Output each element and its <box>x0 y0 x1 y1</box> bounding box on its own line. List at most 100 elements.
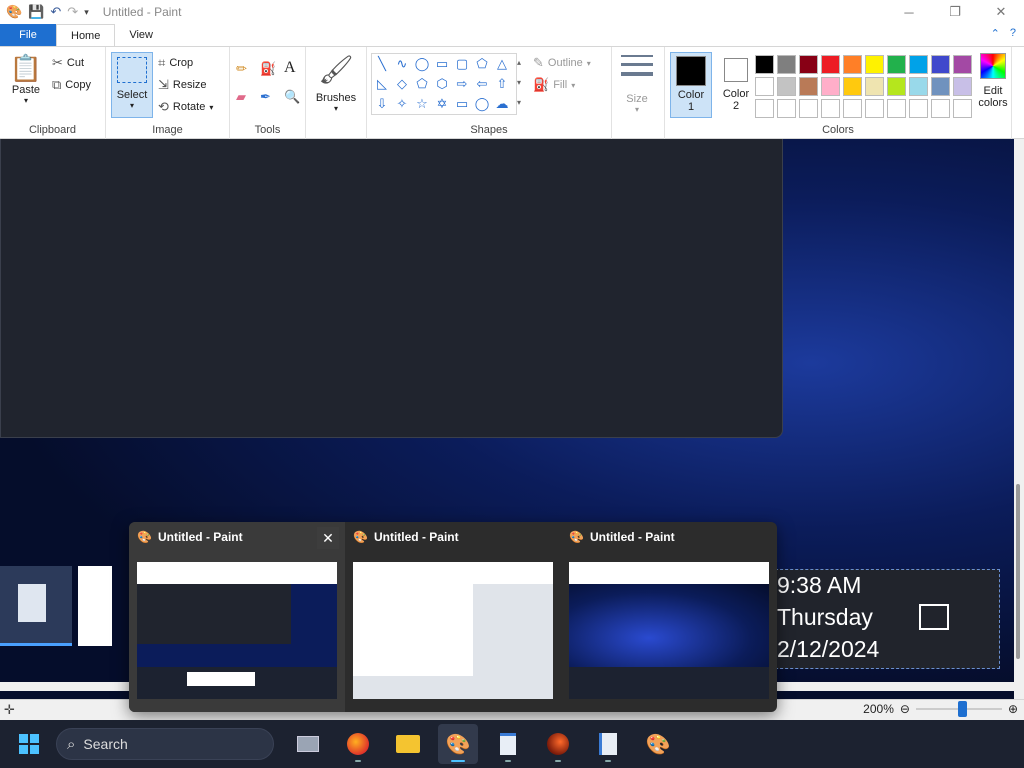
down-arrow-shape-icon[interactable]: ⇩ <box>372 94 392 114</box>
color-swatch[interactable] <box>953 77 972 96</box>
file-explorer-taskbar-button[interactable] <box>388 724 428 764</box>
rectangle-shape-icon[interactable]: ▭ <box>432 54 452 74</box>
resize-button[interactable]: ⇲ Resize <box>158 77 207 93</box>
callout-oval-shape-icon[interactable]: ◯ <box>472 94 492 114</box>
color-swatch[interactable] <box>799 99 818 118</box>
size-button[interactable]: Size ▾ <box>616 53 658 114</box>
fill-button[interactable]: ⛽ Fill ▾ <box>533 77 575 93</box>
shapes-gallery[interactable]: ╲ ∿ ◯ ▭ ▢ ⬠ △ ◺ ◇ ⬠ ⬡ ⇨ ⇦ ⇧ ⇩ ✧ ☆ ✡ ▭ ◯ ☁ <box>371 53 517 115</box>
color-picker-icon[interactable]: ✒ <box>260 89 271 105</box>
collapse-ribbon-icon[interactable]: ⌃ <box>991 27 1000 40</box>
save-icon[interactable]: 💾 <box>28 4 44 20</box>
color-swatch[interactable] <box>777 77 796 96</box>
tab-view[interactable]: View <box>115 24 167 46</box>
color-swatch[interactable] <box>799 55 818 74</box>
color-swatch[interactable] <box>909 77 928 96</box>
brushes-button[interactable]: 🖌 Brushes ▾ <box>310 53 362 113</box>
color-swatch[interactable] <box>755 55 774 74</box>
close-preview-button[interactable]: ✕ <box>317 527 339 549</box>
paste-button[interactable]: 📋 Paste ▾ <box>6 53 46 105</box>
line-shape-icon[interactable]: ╲ <box>372 54 392 74</box>
color-swatch[interactable] <box>755 77 774 96</box>
taskbar-search-box[interactable]: ⌕ Search <box>56 728 274 760</box>
color-swatch[interactable] <box>865 77 884 96</box>
selection-date-block[interactable]: 9:38 AM Thursday 2/12/2024 <box>770 569 1000 669</box>
color-swatch[interactable] <box>931 55 950 74</box>
cut-button[interactable]: ✂ Cut <box>52 55 84 71</box>
app-taskbar-button[interactable] <box>538 724 578 764</box>
copy-button[interactable]: ⧉ Copy <box>52 77 91 93</box>
zoom-slider-knob[interactable] <box>957 701 967 717</box>
hexagon-shape-icon[interactable]: ⬡ <box>432 74 452 94</box>
right-triangle-shape-icon[interactable]: ◺ <box>372 74 392 94</box>
redo-icon[interactable]: ↷ <box>67 4 78 20</box>
shapes-scroll[interactable]: ▴ ▾ ▾ <box>517 53 527 113</box>
zoom-in-icon[interactable]: ⊕ <box>1008 702 1018 716</box>
color-swatch[interactable] <box>909 55 928 74</box>
edit-colors-button[interactable]: Edit colors <box>973 53 1013 109</box>
text-tool-icon[interactable]: A <box>284 59 296 77</box>
rotate-button[interactable]: ⟲ Rotate ▾ <box>158 99 213 115</box>
right-arrow-shape-icon[interactable]: ⇨ <box>452 74 472 94</box>
callout-cloud-shape-icon[interactable]: ☁ <box>492 94 512 114</box>
vertical-scroll-thumb[interactable] <box>1016 484 1020 659</box>
tab-file[interactable]: File <box>0 24 56 46</box>
color-swatch[interactable] <box>865 99 884 118</box>
reader-taskbar-button[interactable] <box>588 724 628 764</box>
color-swatch[interactable] <box>931 77 950 96</box>
notepad-taskbar-button[interactable] <box>488 724 528 764</box>
color-swatch[interactable] <box>931 99 950 118</box>
color-swatch[interactable] <box>777 99 796 118</box>
triangle-shape-icon[interactable]: △ <box>492 54 512 74</box>
diamond-shape-icon[interactable]: ◇ <box>392 74 412 94</box>
start-button[interactable] <box>10 725 48 763</box>
color-swatch[interactable] <box>821 77 840 96</box>
maximize-button[interactable]: ❐ <box>932 0 978 24</box>
paint-taskbar-button[interactable]: 🎨 <box>438 724 478 764</box>
color-swatch[interactable] <box>843 99 862 118</box>
color-swatch[interactable] <box>953 55 972 74</box>
six-point-star-shape-icon[interactable]: ✡ <box>432 94 452 114</box>
callout-rect-shape-icon[interactable]: ▭ <box>452 94 472 114</box>
four-point-star-shape-icon[interactable]: ✧ <box>392 94 412 114</box>
preview-card-2[interactable]: 🎨 Untitled - Paint <box>345 522 561 712</box>
up-arrow-shape-icon[interactable]: ⇧ <box>492 74 512 94</box>
color-swatch[interactable] <box>887 77 906 96</box>
undo-icon[interactable]: ↶ <box>50 4 61 20</box>
vertical-scrollbar[interactable] <box>1014 139 1024 699</box>
help-icon[interactable]: ? <box>1010 27 1016 40</box>
eraser-icon[interactable]: ▰ <box>236 89 246 105</box>
customize-dropdown-icon[interactable]: ▾ <box>84 7 89 18</box>
tab-home[interactable]: Home <box>56 24 116 46</box>
close-button[interactable]: ✕ <box>978 0 1024 24</box>
magnifier-icon[interactable]: 🔍 <box>284 89 300 105</box>
preview-card-1[interactable]: 🎨 Untitled - Paint ✕ <box>129 522 345 712</box>
color-swatch[interactable] <box>777 55 796 74</box>
color-swatch[interactable] <box>843 55 862 74</box>
zoom-slider[interactable] <box>915 701 1002 717</box>
color-swatch[interactable] <box>887 99 906 118</box>
color-swatch[interactable] <box>909 99 928 118</box>
five-point-star-shape-icon[interactable]: ☆ <box>412 94 432 114</box>
color-swatch[interactable] <box>843 77 862 96</box>
color1-button[interactable]: Color 1 <box>670 52 712 118</box>
firefox-taskbar-button[interactable] <box>338 724 378 764</box>
task-view-button[interactable] <box>288 724 328 764</box>
pentagon-shape-icon[interactable]: ⬠ <box>412 74 432 94</box>
oval-shape-icon[interactable]: ◯ <box>412 54 432 74</box>
rounded-rectangle-shape-icon[interactable]: ▢ <box>452 54 472 74</box>
minimize-button[interactable]: ─ <box>886 0 932 24</box>
preview-card-3[interactable]: 🎨 Untitled - Paint <box>561 522 777 712</box>
color-swatch[interactable] <box>755 99 774 118</box>
polygon-shape-icon[interactable]: ⬠ <box>472 54 492 74</box>
zoom-out-icon[interactable]: ⊖ <box>900 702 910 716</box>
paint-alt-taskbar-button[interactable]: 🎨 <box>638 724 678 764</box>
color-swatch[interactable] <box>821 55 840 74</box>
color-swatch[interactable] <box>799 77 818 96</box>
curve-shape-icon[interactable]: ∿ <box>392 54 412 74</box>
fill-bucket-icon[interactable]: ⛽ <box>260 61 276 77</box>
outline-button[interactable]: ✎ Outline ▾ <box>533 55 591 71</box>
color-swatch[interactable] <box>887 55 906 74</box>
select-button[interactable]: Select ▾ <box>111 52 153 118</box>
crop-button[interactable]: ⌗ Crop <box>158 55 193 71</box>
